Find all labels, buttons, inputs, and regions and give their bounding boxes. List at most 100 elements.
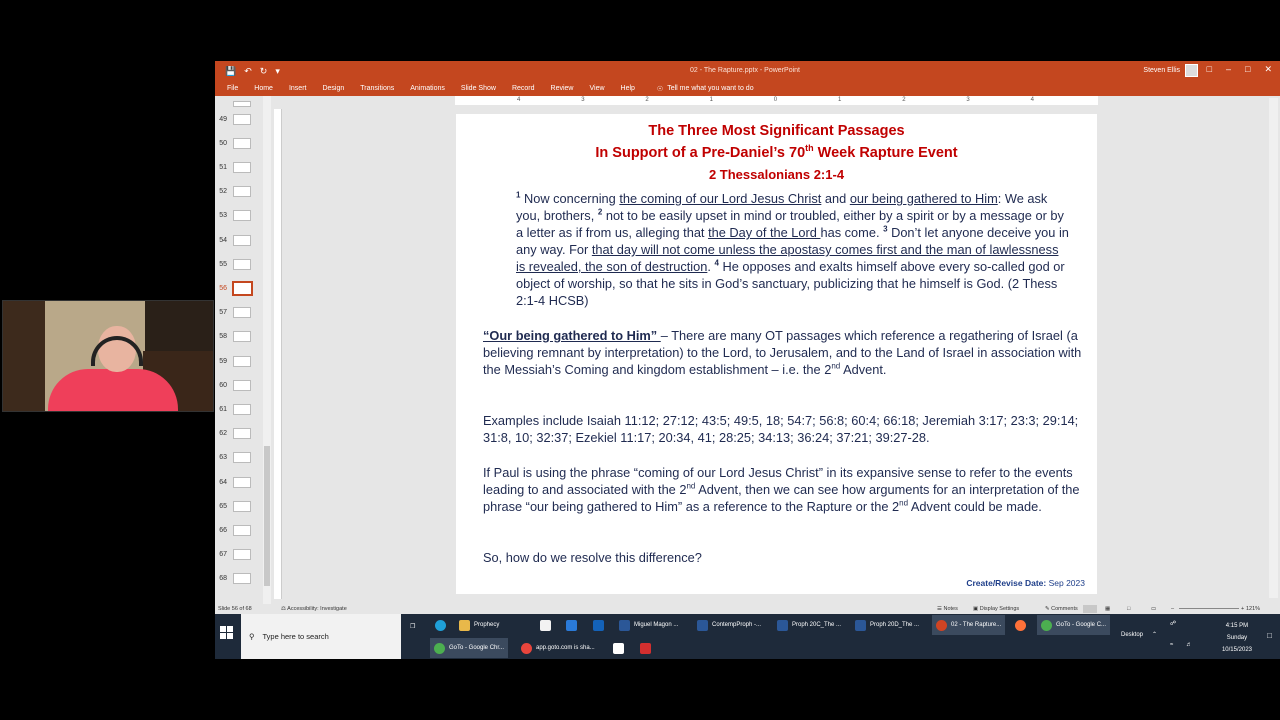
tab-slide-show[interactable]: Slide Show [461, 85, 496, 92]
taskbar-goto-google-chrome[interactable]: GoTo - Google Chr... [430, 638, 509, 658]
mail-icon[interactable] [566, 615, 577, 635]
ruler-tick-label: 2 [645, 97, 649, 103]
tab-help[interactable]: Help [621, 85, 635, 92]
vertical-ruler[interactable] [274, 109, 282, 599]
thumbnail-slide[interactable]: 61 [215, 399, 265, 419]
thumbnail-slide[interactable]: 57 [215, 303, 265, 323]
zoom-slider[interactable] [1179, 608, 1239, 609]
tab-design[interactable]: Design [322, 85, 344, 92]
taskbar-word-contemp[interactable]: ContempProph -... [697, 615, 761, 635]
taskbar-word-proph20d[interactable]: Proph 20D_The ... [855, 615, 919, 635]
save-icon[interactable]: 💾 [225, 66, 236, 77]
taskbar-powerpoint[interactable]: 02 - The Rapture... [932, 615, 1006, 635]
accessibility-status[interactable]: ⚖ Accessibility: Investigate [281, 606, 347, 612]
slideshow-icon[interactable]: ▭ [1151, 606, 1156, 612]
ribbon-tabs: File Home Insert Design Transitions Anim… [215, 81, 1280, 96]
thumbnail-slide[interactable]: 55 [215, 254, 265, 274]
tab-file[interactable]: File [227, 85, 238, 92]
clock[interactable]: 4:15 PM Sunday 10/15/2023 [1222, 620, 1252, 656]
thumbnail-slide[interactable]: 64 [215, 472, 265, 492]
outlook-icon[interactable] [593, 615, 604, 635]
thumbnail-scroll-knob[interactable] [264, 446, 270, 586]
thumbnail-slide[interactable]: 50 [215, 133, 265, 153]
thumbnail-slide[interactable]: 58 [215, 327, 265, 347]
comments-button[interactable]: ✎ Comments [1045, 606, 1078, 612]
tab-home[interactable]: Home [254, 85, 273, 92]
thumbnail-slide[interactable]: 59 [215, 351, 265, 371]
thumbnail-slide[interactable]: 54 [215, 230, 265, 250]
slide-canvas[interactable]: The Three Most Significant Passages In S… [456, 114, 1097, 594]
slide-sorter-icon[interactable]: ▦ [1105, 606, 1110, 612]
thumbnail-slide[interactable]: 49 [215, 109, 265, 129]
customize-icon[interactable]: ▾ [275, 66, 280, 77]
ruler-tick-label: 2 [902, 97, 906, 103]
thumbnail-slide[interactable]: 60 [215, 375, 265, 395]
thumbnail-number: 62 [219, 430, 227, 438]
store-icon[interactable] [540, 615, 551, 635]
network-icon[interactable]: ☍ [1170, 620, 1176, 627]
thumbnail-preview [233, 258, 251, 270]
taskbar-app-goto[interactable]: app.goto.com is sha... [521, 638, 595, 658]
minimize-icon[interactable]: – [1226, 64, 1231, 75]
reading-view-icon[interactable]: □ [1127, 606, 1130, 612]
file-icon[interactable] [613, 638, 624, 658]
taskbar-search-input[interactable]: ⚲ Type here to search [241, 614, 401, 659]
firefox-icon[interactable] [1015, 615, 1026, 635]
tab-record[interactable]: Record [512, 85, 535, 92]
thumbnail-slide[interactable]: 63 [215, 448, 265, 468]
acrobat-icon[interactable] [640, 638, 651, 658]
maximize-icon[interactable]: □ [1245, 64, 1250, 75]
notes-button[interactable]: ☰ Notes [937, 606, 958, 612]
thumbnail-slide[interactable]: 52 [215, 182, 265, 202]
tab-transitions[interactable]: Transitions [360, 85, 394, 92]
taskbar-word-proph20c[interactable]: Proph 20C_The ... [777, 615, 841, 635]
lightbulb-icon: ☉ [656, 85, 664, 93]
taskbar-prophecy[interactable]: Prophecy [459, 615, 499, 635]
tab-review[interactable]: Review [551, 85, 574, 92]
thumbnail-slide[interactable]: 56 [215, 278, 265, 298]
redo-icon[interactable]: ↻ [260, 66, 268, 77]
avatar[interactable] [1185, 64, 1198, 77]
slide-scrollbar[interactable] [1269, 98, 1278, 598]
zoom-in-icon[interactable]: + [1241, 606, 1244, 612]
wifi-icon[interactable]: ≈ [1170, 642, 1173, 648]
horizontal-ruler[interactable]: 4 3 2 1 0 1 2 3 4 [455, 96, 1098, 105]
thumbnail-number: 66 [219, 526, 227, 534]
edge-icon[interactable] [435, 615, 446, 635]
zoom-level[interactable]: 121% [1246, 606, 1260, 612]
thumbnail-number: 59 [219, 357, 227, 365]
undo-icon[interactable]: ↶ [244, 66, 252, 77]
volume-icon[interactable]: ♬ [1186, 642, 1192, 648]
thumbnail-preview [233, 307, 251, 319]
thumbnail-slide[interactable]: 53 [215, 206, 265, 226]
thumbnail-number: 49 [219, 115, 227, 123]
taskbar-word-miguel[interactable]: Miguel Magon ... [619, 615, 678, 635]
tab-view[interactable]: View [589, 85, 604, 92]
close-icon[interactable]: ✕ [1264, 64, 1272, 75]
taskbar-goto-chrome[interactable]: GoTo - Google C... [1037, 615, 1111, 635]
thumbnail-scrollbar[interactable] [263, 96, 271, 604]
thumbnail-number: 51 [219, 163, 227, 171]
tab-insert[interactable]: Insert [289, 85, 307, 92]
thumbnail-preview [233, 573, 251, 585]
thumbnail-slide[interactable]: 67 [215, 545, 265, 565]
display-settings-button[interactable]: ▣ Display Settings [973, 606, 1019, 612]
slide-title-line2: In Support of a Pre-Daniel’s 70th Week R… [595, 143, 958, 161]
thumbnail-slide[interactable]: 68 [215, 569, 265, 589]
zoom-out-icon[interactable]: – [1171, 606, 1174, 612]
task-view-icon[interactable]: ❐ [410, 616, 415, 636]
thumbnail-preview [233, 113, 251, 125]
ribbon-display-icon[interactable]: □ [1207, 64, 1212, 75]
thumbnail-slide[interactable]: 66 [215, 520, 265, 540]
thumbnail-slide[interactable]: 51 [215, 157, 265, 177]
thumbnail-slide[interactable]: 62 [215, 424, 265, 444]
tell-me-search[interactable]: ☉ Tell me what you want to do [657, 85, 754, 93]
windows-start-icon[interactable] [220, 626, 240, 646]
desktop-toolbar[interactable]: Desktop [1121, 632, 1143, 638]
notification-icon[interactable]: □ [1267, 631, 1272, 640]
tab-animations[interactable]: Animations [410, 85, 445, 92]
user-name[interactable]: Steven Ellis [1143, 67, 1180, 74]
chevron-up-icon[interactable]: ⌃ [1152, 631, 1157, 638]
thumbnail-slide[interactable]: 65 [215, 496, 265, 516]
normal-view-icon[interactable] [1083, 605, 1097, 613]
